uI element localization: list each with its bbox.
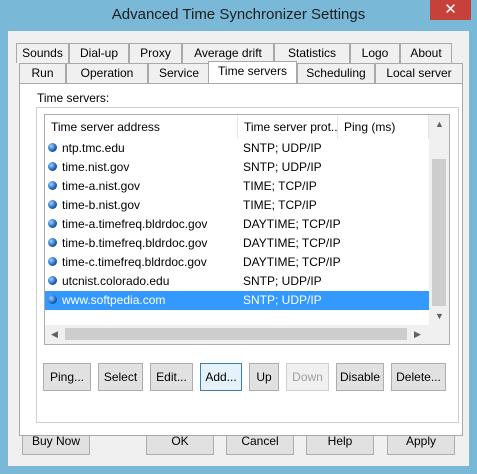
delete-button[interactable]: Delete... — [391, 363, 446, 391]
tab-logo[interactable]: Logo — [350, 43, 400, 63]
server-address: ntp.tmc.edu — [62, 141, 125, 155]
time-server-list[interactable]: Time server address Time server prot... … — [44, 114, 450, 345]
vertical-scroll-thumb[interactable] — [432, 159, 446, 306]
disable-button[interactable]: Disable — [336, 363, 384, 391]
server-protocol: DAYTIME; TCP/IP — [243, 255, 341, 269]
server-protocol: TIME; TCP/IP — [243, 198, 317, 212]
list-item[interactable]: time-c.timefreq.bldrdoc.gov DAYTIME; TCP… — [45, 253, 429, 272]
column-header-protocol[interactable]: Time server prot... — [238, 115, 338, 139]
scroll-down-arrow-icon[interactable]: ▼ — [435, 311, 444, 321]
group-label: Time servers: — [37, 91, 110, 105]
list-item[interactable]: time-b.timefreq.bldrdoc.gov DAYTIME; TCP… — [45, 234, 429, 253]
time-servers-group: Time server address Time server prot... … — [36, 107, 459, 423]
tab-local-server[interactable]: Local server — [375, 63, 463, 83]
server-address: time-b.nist.gov — [62, 198, 141, 212]
globe-icon — [48, 181, 57, 191]
edit-button[interactable]: Edit... — [150, 363, 193, 391]
list-header: Time server address Time server prot... … — [45, 115, 449, 139]
tab-statistics[interactable]: Statistics — [274, 43, 350, 63]
list-item[interactable]: time.nist.gov SNTP; UDP/IP — [45, 158, 429, 177]
add-button[interactable]: Add... — [200, 363, 242, 391]
tab-sounds[interactable]: Sounds — [16, 43, 69, 63]
tab-service[interactable]: Service — [148, 63, 210, 83]
horizontal-scroll-thumb[interactable] — [65, 328, 407, 340]
globe-icon — [48, 143, 57, 153]
time-servers-panel: Time servers: Time server address Time s… — [19, 83, 463, 436]
server-address: utcnist.colorado.edu — [62, 274, 170, 288]
tab-average-drift[interactable]: Average drift — [182, 43, 274, 63]
globe-icon — [48, 200, 57, 210]
server-address: time-a.timefreq.bldrdoc.gov — [62, 217, 208, 231]
globe-icon — [48, 162, 57, 172]
down-button: Down — [286, 363, 329, 391]
select-button[interactable]: Select — [98, 363, 143, 391]
client-area: Sounds Dial-up Proxy Average drift Stati… — [8, 31, 469, 466]
scrollbar-corner — [429, 325, 449, 344]
tab-proxy[interactable]: Proxy — [129, 43, 182, 63]
globe-icon — [48, 219, 57, 229]
list-item[interactable]: time-b.nist.gov TIME; TCP/IP — [45, 196, 429, 215]
globe-icon — [48, 238, 57, 248]
list-item-selected[interactable]: www.softpedia.com SNTP; UDP/IP — [45, 291, 429, 310]
list-item[interactable]: time-a.nist.gov TIME; TCP/IP — [45, 177, 429, 196]
server-protocol: SNTP; UDP/IP — [243, 160, 322, 174]
settings-window: Advanced Time Synchronizer Settings ✕ So… — [0, 0, 477, 474]
server-protocol: SNTP; UDP/IP — [243, 293, 322, 307]
server-protocol: DAYTIME; TCP/IP — [243, 236, 341, 250]
server-protocol: DAYTIME; TCP/IP — [243, 217, 341, 231]
column-header-address[interactable]: Time server address — [45, 115, 238, 139]
globe-icon — [48, 276, 57, 286]
scroll-right-arrow-icon[interactable]: ▶ — [414, 329, 421, 340]
column-header-ping[interactable]: Ping (ms) — [338, 115, 429, 139]
tab-dial-up[interactable]: Dial-up — [69, 43, 129, 63]
globe-icon — [48, 295, 57, 305]
up-button[interactable]: Up — [249, 363, 279, 391]
list-item[interactable]: ntp.tmc.edu SNTP; UDP/IP — [45, 139, 429, 158]
list-item[interactable]: time-a.timefreq.bldrdoc.gov DAYTIME; TCP… — [45, 215, 429, 234]
title-bar[interactable]: Advanced Time Synchronizer Settings ✕ — [0, 0, 477, 32]
tab-scheduling[interactable]: Scheduling — [297, 63, 375, 83]
vertical-scrollbar[interactable]: ▲ ▼ — [429, 115, 449, 325]
server-protocol: SNTP; UDP/IP — [243, 274, 322, 288]
server-address: www.softpedia.com — [62, 293, 166, 307]
tab-about[interactable]: About — [400, 43, 452, 63]
scroll-up-arrow-icon[interactable]: ▲ — [435, 119, 444, 129]
tab-time-servers[interactable]: Time servers — [208, 61, 297, 83]
server-address: time.nist.gov — [62, 160, 130, 174]
server-protocol: TIME; TCP/IP — [243, 179, 317, 193]
tab-run[interactable]: Run — [19, 63, 66, 83]
ping-button[interactable]: Ping... — [43, 363, 91, 391]
window-title: Advanced Time Synchronizer Settings — [111, 6, 366, 23]
server-address: time-b.timefreq.bldrdoc.gov — [62, 236, 208, 250]
tab-operation[interactable]: Operation — [66, 63, 148, 83]
server-protocol: SNTP; UDP/IP — [243, 141, 322, 155]
list-item[interactable]: utcnist.colorado.edu SNTP; UDP/IP — [45, 272, 429, 291]
horizontal-scrollbar[interactable]: ◀ ▶ — [45, 325, 429, 344]
close-button[interactable]: ✕ — [430, 0, 471, 20]
scroll-left-arrow-icon[interactable]: ◀ — [51, 329, 58, 340]
server-address: time-c.timefreq.bldrdoc.gov — [62, 255, 207, 269]
server-address: time-a.nist.gov — [62, 179, 141, 193]
globe-icon — [48, 257, 57, 267]
